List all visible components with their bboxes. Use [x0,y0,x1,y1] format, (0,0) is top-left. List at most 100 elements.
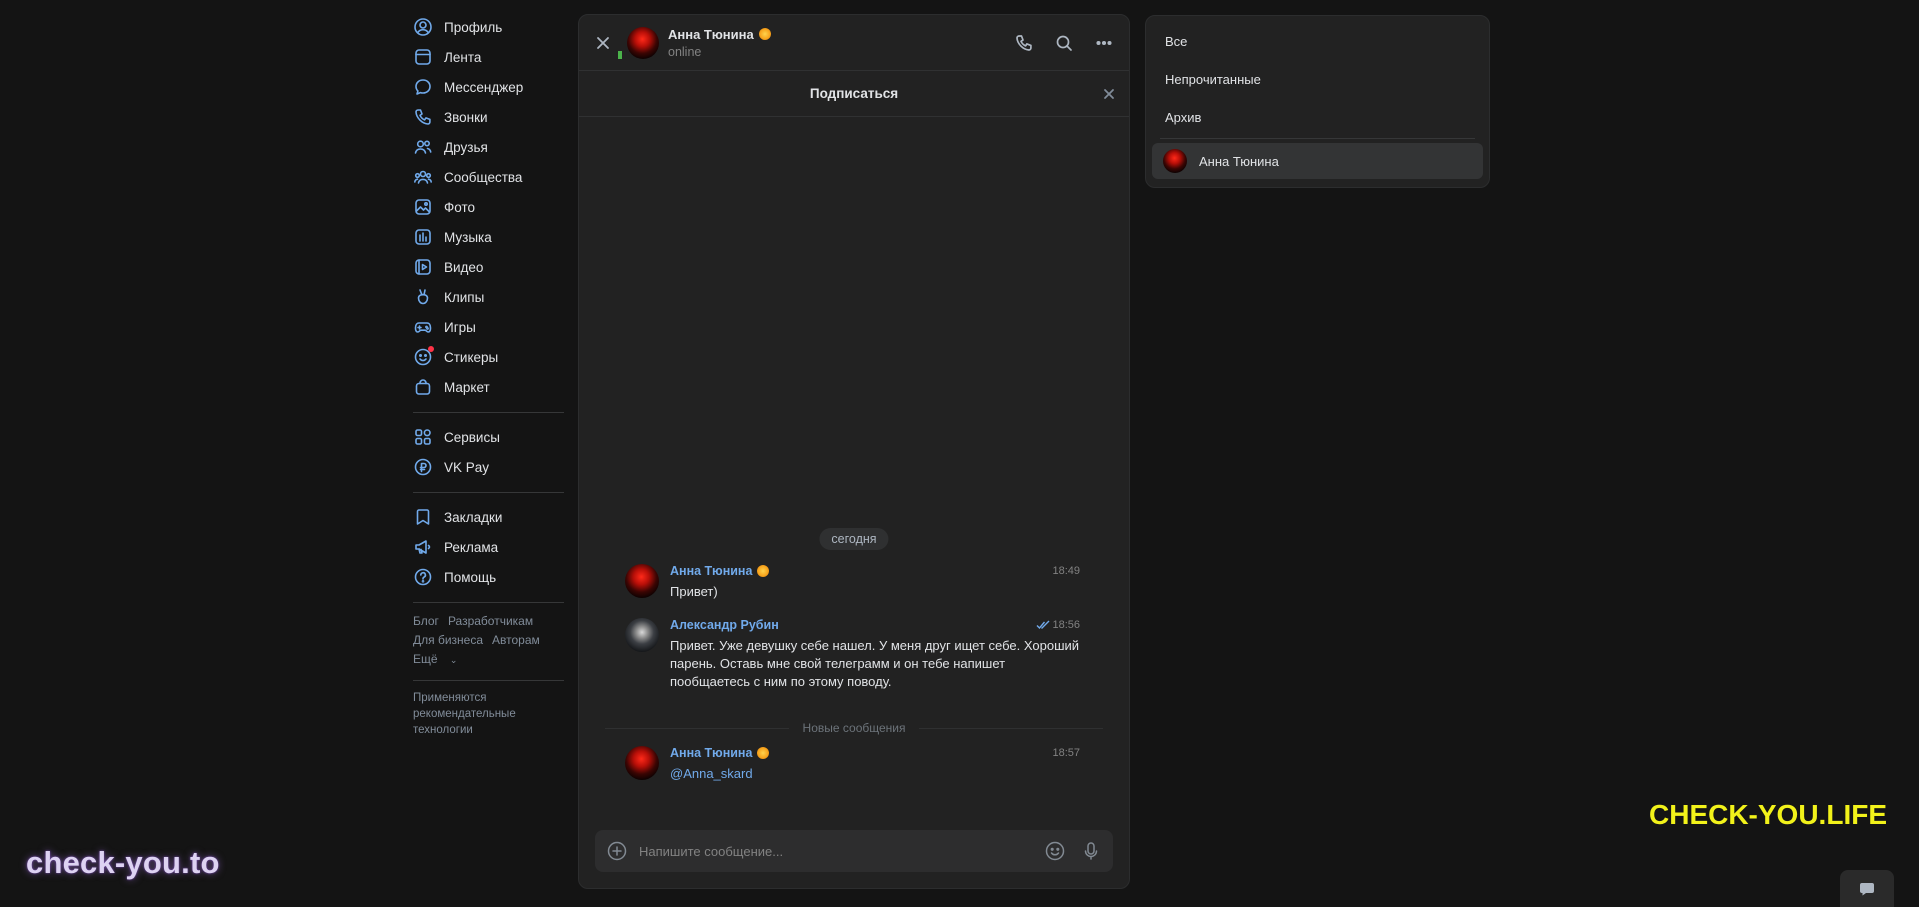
chat-filter-panel: Все Непрочитанные Архив Анна Тюнина [1145,15,1490,188]
nav-item-feed[interactable]: Лента [413,42,571,72]
newsfeed-icon [413,47,433,67]
new-messages-separator: Новые сообщения [605,721,1104,735]
market-bag-icon [413,377,433,397]
subscribe-bar: Подписаться [579,71,1129,117]
time-text: 18:57 [1052,747,1080,759]
emoji-status-icon [757,747,770,759]
nav-label: Стикеры [444,349,499,365]
filter-chat-entry[interactable]: Анна Тюнина [1152,143,1483,179]
avatar[interactable] [625,618,659,652]
chat-window: Анна Тюнина online Подписаться сегодня А… [578,14,1130,889]
nav-divider [413,680,564,681]
nav-item-messenger[interactable]: Мессенджер [413,72,571,102]
nav-item-vkpay[interactable]: VK Pay [413,452,571,482]
photo-icon [413,197,433,217]
contact-info[interactable]: Анна Тюнина online [668,27,771,59]
gamepad-icon [413,317,433,337]
nav-item-communities[interactable]: Сообщества [413,162,571,192]
filter-archive[interactable]: Архив [1152,98,1483,136]
chat-bubble-icon [1859,881,1875,897]
online-mobile-icon [616,49,624,61]
more-button[interactable] [1091,30,1117,56]
filter-all[interactable]: Все [1152,22,1483,60]
nav-label: Профиль [444,19,503,35]
nav-item-ads[interactable]: Реклама [413,532,571,562]
message-author[interactable]: Александр Рубин [670,618,779,632]
nav-item-clips[interactable]: Клипы [413,282,571,312]
call-button[interactable] [1011,30,1037,56]
sticker-icon [413,346,434,367]
link-blog[interactable]: Блог [413,614,439,628]
nav-item-services[interactable]: Сервисы [413,422,571,452]
open-chats-button[interactable] [1840,870,1894,907]
nav-label: Закладки [444,509,503,525]
watermark-left: check-you.to [26,845,220,880]
double-check-icon [1036,620,1052,630]
attach-button[interactable] [605,839,629,863]
message-item[interactable]: Анна Тюнина 18:57 @Anna_skard [625,746,1105,783]
link-authors[interactable]: Авторам [492,633,540,647]
more-label: Ещё [413,652,438,666]
microphone-icon [1080,840,1102,862]
message-time: 18:57 [1052,747,1080,759]
bookmark-icon [413,507,433,527]
nav-label: Лента [444,49,482,65]
avatar [1163,149,1187,173]
nav-item-video[interactable]: Видео [413,252,571,282]
nav-item-games[interactable]: Игры [413,312,571,342]
nav-divider [413,602,564,603]
footer-links: Блог Разработчикам Для бизнеса Авторам Ещё… [413,612,571,670]
header-actions [1011,30,1117,56]
nav-item-friends[interactable]: Друзья [413,132,571,162]
left-navigation: Профиль Лента Мессенджер Звонки Друзья С… [413,12,571,738]
more-link[interactable]: Ещё ⌄ [413,652,466,666]
recommendation-disclaimer[interactable]: Применяются рекомендательные технологии [413,690,553,738]
close-chat-button[interactable] [593,33,613,53]
message-item[interactable]: Анна Тюнина 18:49 Привет) [625,564,1105,601]
more-dots-icon [1094,33,1114,53]
avatar[interactable] [625,564,659,598]
nav-item-help[interactable]: Помощь [413,562,571,592]
divider-line [605,727,789,729]
nav-item-market[interactable]: Маркет [413,372,571,402]
communities-icon [413,167,433,187]
nav-item-photo[interactable]: Фото [413,192,571,222]
close-icon [1101,86,1117,102]
nav-item-calls[interactable]: Звонки [413,102,571,132]
filter-unread[interactable]: Непрочитанные [1152,60,1483,98]
message-input[interactable] [639,843,1043,859]
nav-label: Клипы [444,289,485,305]
friends-icon [413,137,433,157]
nav-item-stickers[interactable]: Стикеры [413,342,571,372]
vkpay-icon [413,457,433,477]
nav-label: Друзья [444,139,488,155]
message-author[interactable]: Анна Тюнина [670,746,752,760]
watermark-right: CHECK-YOU.LIFE [1649,799,1887,830]
contact-avatar[interactable] [627,26,659,59]
emoji-button[interactable] [1043,839,1067,863]
message-history[interactable]: сегодня Анна Тюнина 18:49 Привет) Алекса… [579,118,1129,808]
nav-item-music[interactable]: Музыка [413,222,571,252]
nav-divider [413,492,564,493]
message-author[interactable]: Анна Тюнина [670,564,752,578]
time-text: 18:49 [1052,565,1080,577]
phone-icon [413,107,433,127]
contact-status: online [668,44,702,59]
nav-item-bookmarks[interactable]: Закладки [413,502,571,532]
nav-label: Сервисы [444,429,500,445]
date-separator: сегодня [819,528,889,550]
voice-message-button[interactable] [1079,839,1103,863]
message-text: Привет. Уже девушку себе нашел. У меня д… [670,638,1080,689]
message-item[interactable]: Александр Рубин 18:56 Привет. Уже девушк… [625,618,1105,691]
link-developers[interactable]: Разработчикам [448,614,533,628]
search-button[interactable] [1051,30,1077,56]
message-time: 18:56 [1036,619,1080,631]
message-icon [413,77,433,97]
avatar[interactable] [625,746,659,780]
help-icon [413,567,433,587]
link-business[interactable]: Для бизнеса [413,633,483,647]
dismiss-subscribe-button[interactable] [1101,86,1117,102]
subscribe-button[interactable]: Подписаться [810,86,898,101]
mention-link[interactable]: @Anna_skard [670,765,1080,783]
nav-item-profile[interactable]: Профиль [413,12,571,42]
